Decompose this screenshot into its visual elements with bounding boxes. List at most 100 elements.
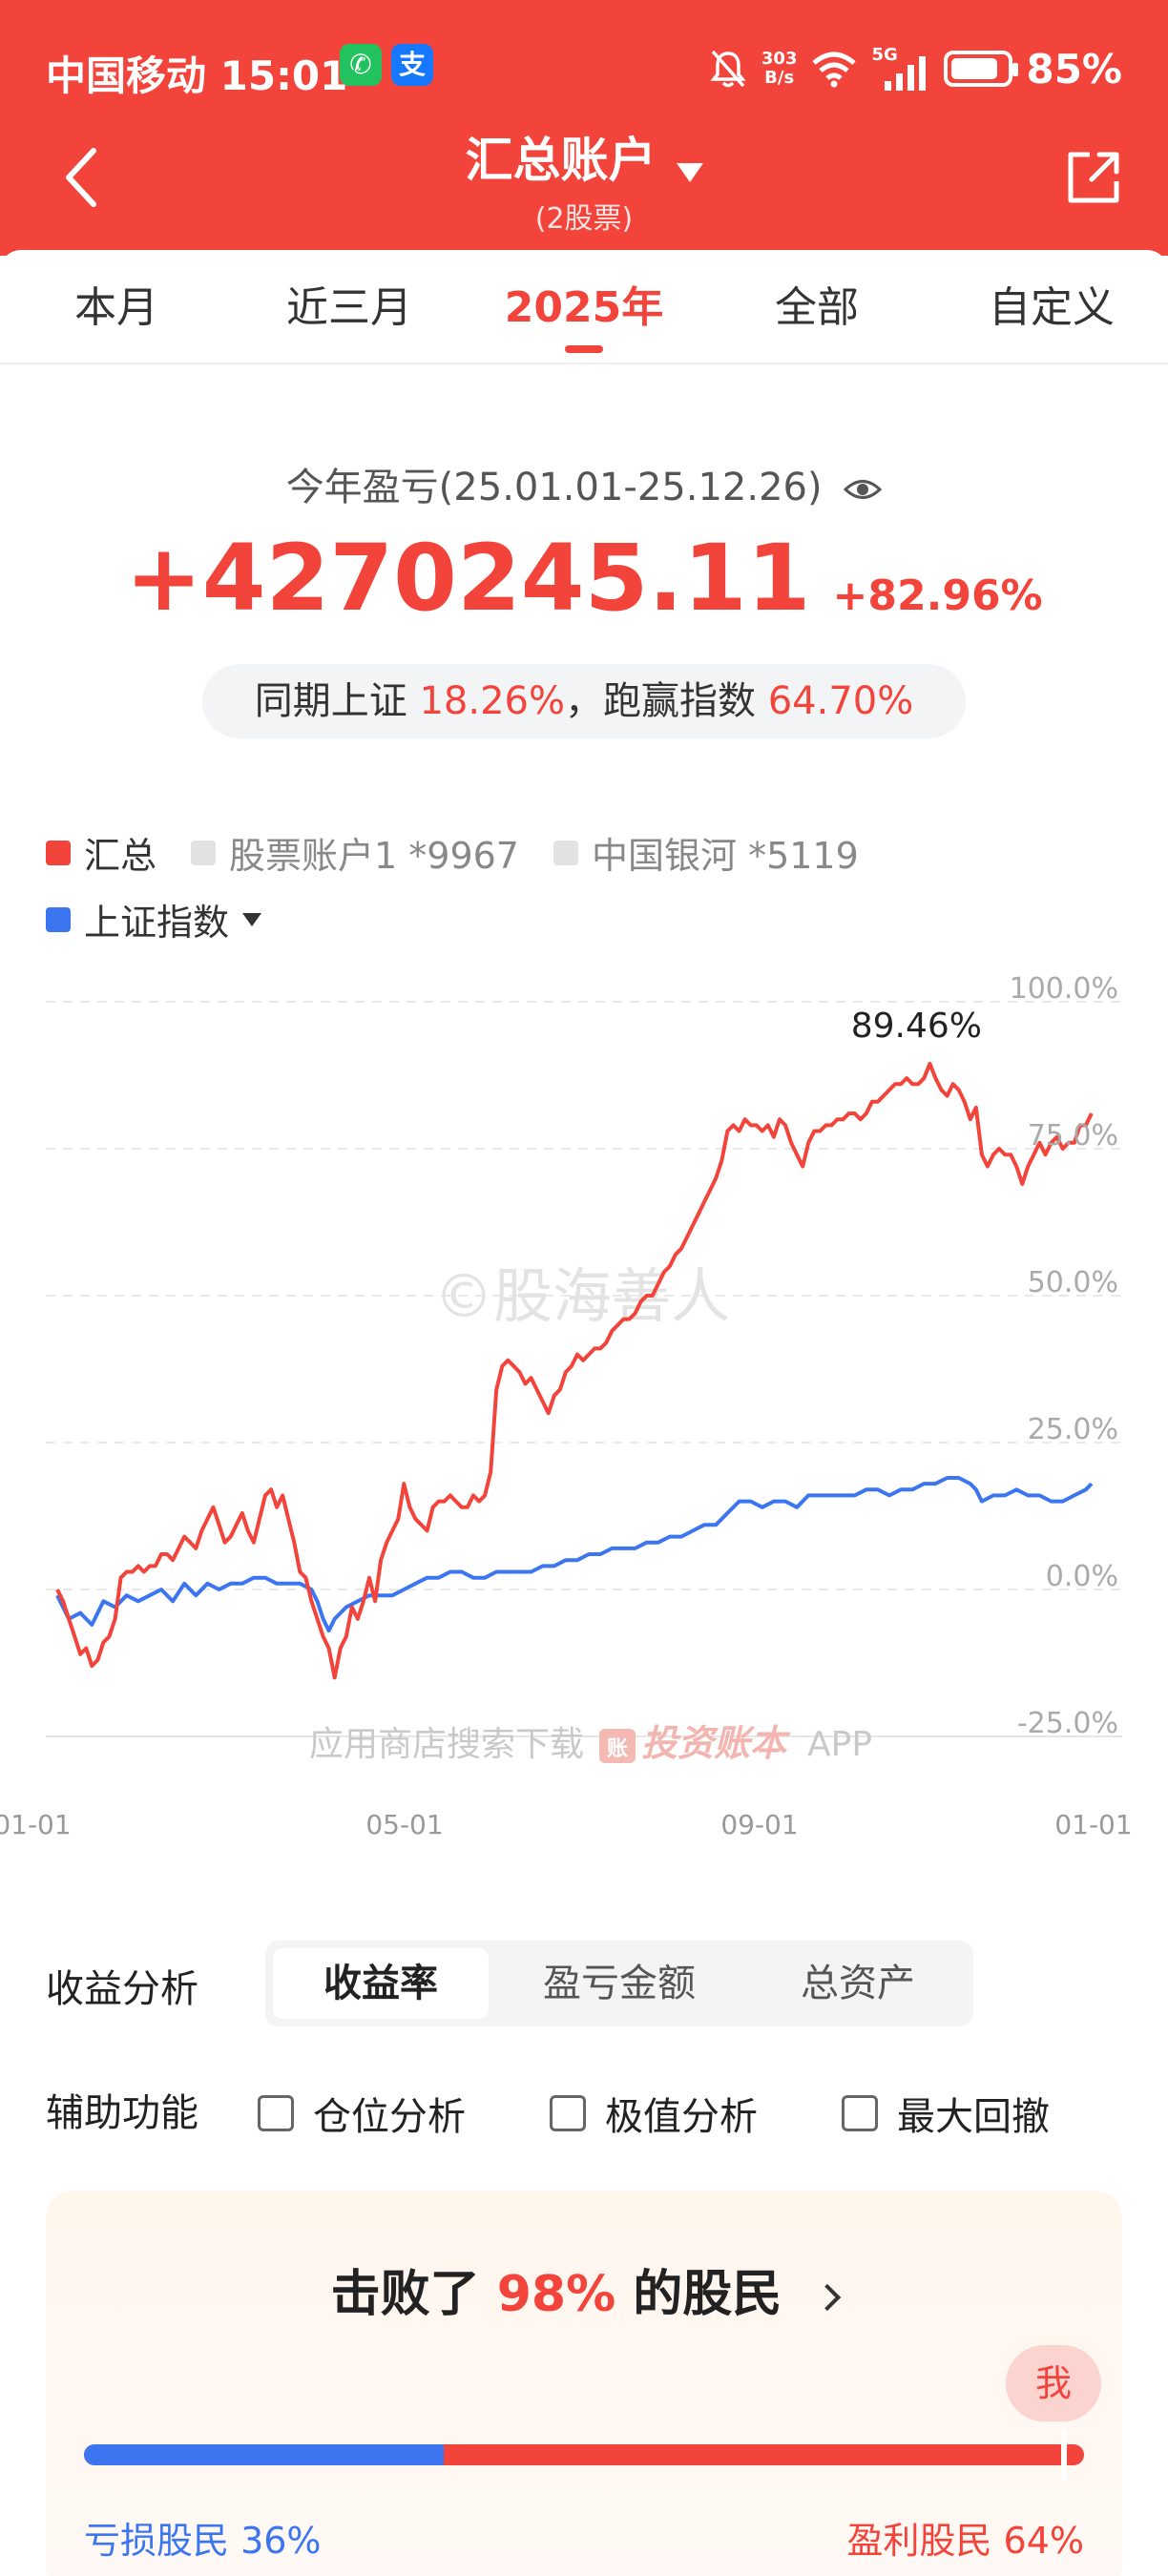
- chart-watermark: ©股海善人: [434, 1261, 730, 1331]
- compare-prefix: 同期上证: [254, 679, 407, 723]
- loss-investors-label: 亏损股民 36%: [84, 2520, 322, 2562]
- tab-custom[interactable]: 自定义: [935, 273, 1168, 334]
- x-tick-label: 05-01: [365, 1809, 443, 1840]
- profit-investors-label: 盈利股民 64%: [846, 2520, 1084, 2562]
- legend-swatch-account2: [553, 840, 578, 865]
- chevron-right-icon: [814, 2283, 842, 2312]
- eye-icon[interactable]: [844, 475, 883, 504]
- period-line: 今年盈亏(25.01.01-25.12.26): [0, 456, 1168, 511]
- checkbox-icon: [550, 2095, 586, 2131]
- checkbox-icon: [842, 2095, 878, 2131]
- index-return: 18.26%: [419, 679, 565, 723]
- battery-fill: [951, 58, 998, 79]
- checkbox-position-analysis[interactable]: 仓位分析: [258, 2086, 466, 2141]
- seg-profit-amount[interactable]: 盈亏金额: [511, 1948, 727, 2019]
- me-marker-bubble: 我: [1006, 2345, 1101, 2421]
- legend-total[interactable]: 汇总: [46, 826, 156, 879]
- account-switcher[interactable]: 汇总账户: [0, 122, 1168, 191]
- checkbox-label: 仓位分析: [313, 2095, 466, 2139]
- analysis-segmented-control: 收益率 盈亏金额 总资产: [265, 1941, 973, 2026]
- promo-text: 应用商店搜索下载: [309, 1725, 584, 1764]
- wechat-icon: ✆: [340, 44, 382, 86]
- mute-bell-icon: [710, 50, 746, 88]
- net-speed: 303 B/s: [761, 50, 798, 88]
- legend-account1[interactable]: 股票账户1 *9967: [191, 826, 519, 879]
- y-tick-label: 75.0%: [1028, 1119, 1118, 1153]
- checkbox-icon: [258, 2095, 294, 2131]
- chart-legend: 汇总 股票账户1 *9967 中国银河 *5119: [46, 826, 893, 879]
- checkbox-max-drawdown[interactable]: 最大回撤: [842, 2086, 1050, 2141]
- ranking-bar-loss: [84, 2444, 445, 2465]
- index-selector[interactable]: 上证指数: [46, 893, 262, 945]
- share-icon[interactable]: [1063, 147, 1124, 208]
- analysis-label: 收益分析: [46, 1967, 198, 2011]
- promo-brand: 投资账本: [641, 1722, 791, 1764]
- status-icons: 303 B/s 5G 85%: [708, 40, 1122, 97]
- checkbox-label: 极值分析: [605, 2095, 758, 2139]
- series-line-index: [55, 1476, 1094, 1633]
- tab-2025[interactable]: 2025年: [468, 273, 700, 334]
- y-tick-label: 100.0%: [1010, 972, 1118, 1006]
- clock: 15:01: [219, 52, 348, 99]
- profit-line: +4270245.11 +82.96%: [0, 525, 1168, 632]
- caret-down-icon: [676, 162, 703, 182]
- signal-bars-icon: [885, 56, 927, 91]
- checkbox-extreme-analysis[interactable]: 极值分析: [550, 2086, 758, 2141]
- y-tick-label: 25.0%: [1028, 1413, 1118, 1446]
- ranking-percent: 98%: [496, 2266, 616, 2323]
- user-position-marker: [1061, 2429, 1068, 2481]
- tab-all[interactable]: 全部: [700, 273, 933, 334]
- profit-amount: +4270245.11: [125, 525, 811, 632]
- seg-total-assets[interactable]: 总资产: [750, 1948, 966, 2019]
- net-speed-unit: B/s: [764, 68, 795, 88]
- chart-grid: [46, 1001, 1122, 1737]
- alipay-icon: 支: [391, 44, 433, 86]
- y-tick-label: 50.0%: [1028, 1266, 1118, 1299]
- legend-index-label: 上证指数: [84, 902, 230, 944]
- x-tick-label: 01-01: [0, 1809, 72, 1840]
- period-label: 今年盈亏(25.01.01-25.12.26): [285, 466, 823, 509]
- ranking-card[interactable]: 击败了 98% 的股民 我 亏损股民 36% 盈利股民 64%: [46, 2191, 1122, 2576]
- tools-label: 辅助功能: [46, 2091, 198, 2135]
- signal-icon: 5G: [871, 45, 930, 91]
- page-subtitle: (2股票): [534, 202, 634, 236]
- watermark-text: ©股海善人: [434, 1261, 730, 1331]
- carrier-time: 中国移动 15:01: [46, 44, 347, 102]
- ranking-suffix: 的股民: [633, 2266, 782, 2323]
- legend-account1-label: 股票账户1 *9967: [229, 835, 519, 877]
- legend-swatch-account1: [191, 840, 217, 865]
- chart-series: [55, 1061, 1094, 1680]
- promo-suffix: APP: [807, 1725, 872, 1764]
- legend-account2-label: 中国银河 *5119: [591, 835, 859, 877]
- legend-swatch-index: [46, 906, 71, 932]
- profit-percent: +82.96%: [832, 571, 1043, 620]
- outperform-value: 64.70%: [767, 679, 914, 723]
- promo-badge: 账: [607, 1737, 628, 1761]
- ranking-bar: [84, 2444, 1084, 2465]
- status-bar: 中国移动 15:01 ✆ 支 303 B/s 5G 85%: [0, 34, 1168, 103]
- header: 中国移动 15:01 ✆ 支 303 B/s 5G 85% 汇总账户 (2股票): [0, 0, 1168, 256]
- page-title: 汇总账户: [465, 133, 657, 188]
- compare-mid: ，跑赢指数: [565, 679, 756, 723]
- ranking-prefix: 击败了: [330, 2266, 480, 2323]
- y-tick-label: 0.0%: [1046, 1560, 1118, 1593]
- wifi-icon: [812, 52, 857, 88]
- carrier-name: 中国移动: [46, 52, 207, 99]
- seg-return-rate[interactable]: 收益率: [273, 1948, 489, 2019]
- peak-label: 89.46%: [851, 1007, 982, 1046]
- battery-icon: [944, 51, 1019, 87]
- app-screen: 中国移动 15:01 ✆ 支 303 B/s 5G 85% 汇总账户 (2股票)…: [0, 0, 1168, 2576]
- caret-down-icon: [242, 912, 262, 926]
- x-tick-label: 09-01: [720, 1809, 798, 1840]
- net-speed-value: 303: [761, 49, 798, 69]
- tab-this-month[interactable]: 本月: [0, 273, 233, 334]
- return-chart[interactable]: ©股海善人 应用商店搜索下载 账 投资账本 APP 100.0% 75.0% 50.…: [0, 964, 1168, 1860]
- tab-three-months[interactable]: 近三月: [233, 273, 466, 334]
- legend-account2[interactable]: 中国银河 *5119: [553, 826, 859, 879]
- index-comparison: 同期上证 18.26%，跑赢指数 64.70%: [202, 664, 966, 738]
- chart-promo: 应用商店搜索下载 账 投资账本 APP: [309, 1722, 872, 1764]
- battery-percent: 85%: [1026, 45, 1122, 93]
- y-tick-label: -25.0%: [1017, 1707, 1118, 1740]
- period-tabs: 本月 近三月 2025年 全部 自定义: [0, 250, 1168, 364]
- x-tick-label: 01-01: [1054, 1809, 1132, 1840]
